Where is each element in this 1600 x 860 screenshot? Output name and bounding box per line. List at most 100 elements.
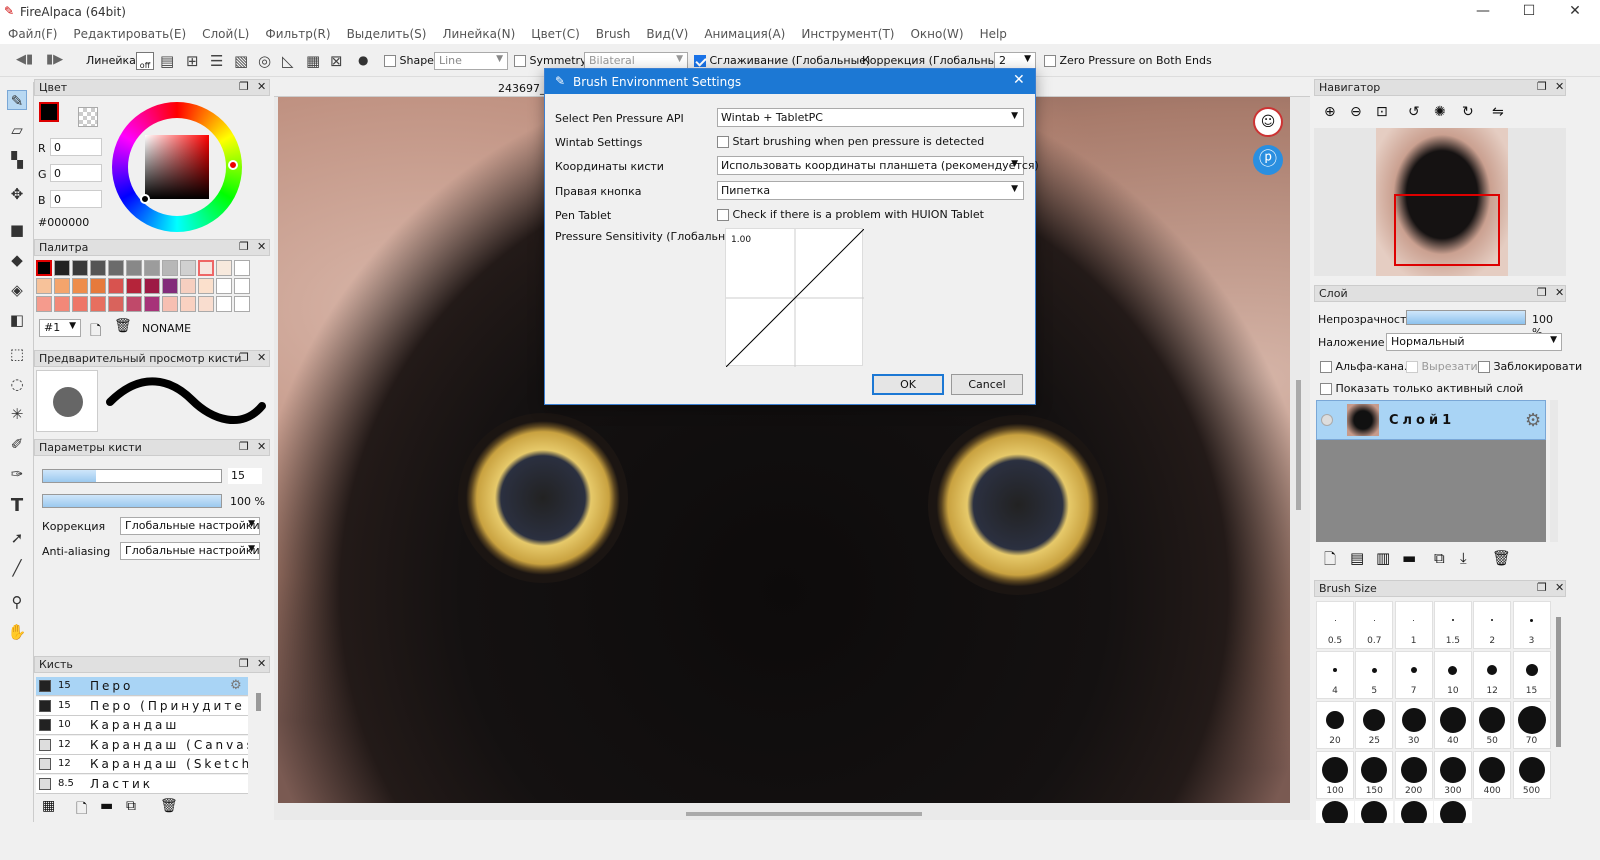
palette-swatch[interactable] bbox=[126, 260, 142, 276]
brush-settings-gear-icon[interactable]: ⚙ bbox=[230, 678, 242, 693]
menu-item[interactable]: Инструмент(T) bbox=[801, 27, 894, 41]
menu-item[interactable]: Окно(W) bbox=[910, 27, 963, 41]
float-icon[interactable]: ❐ bbox=[239, 657, 249, 670]
brush-size-cell[interactable]: 5 bbox=[1355, 651, 1394, 699]
folder-icon[interactable]: ▬ bbox=[100, 798, 113, 814]
select-pen-tool-icon[interactable]: ✐ bbox=[7, 434, 27, 454]
color-wheel[interactable] bbox=[112, 102, 242, 232]
brush-size-cell[interactable]: 50 bbox=[1473, 701, 1512, 749]
brush-size-cell[interactable] bbox=[1394, 801, 1433, 823]
palette-swatch[interactable] bbox=[144, 260, 160, 276]
palette-swatch[interactable] bbox=[198, 296, 214, 312]
palette-number-select[interactable]: #1 ▼ bbox=[39, 319, 81, 337]
huion-checkbox[interactable] bbox=[717, 209, 729, 221]
palette-swatch[interactable] bbox=[180, 296, 196, 312]
magic-wand-tool-icon[interactable]: ✳ bbox=[7, 404, 27, 424]
delete-palette-icon[interactable]: 🗑 bbox=[114, 318, 132, 334]
palette-swatch[interactable] bbox=[90, 296, 106, 312]
brush-size-cell[interactable]: 150 bbox=[1355, 751, 1394, 799]
palette-swatch[interactable] bbox=[36, 260, 52, 276]
brush-size-cell[interactable]: 200 bbox=[1394, 751, 1433, 799]
gradient-tool-icon[interactable]: ◧ bbox=[7, 310, 27, 330]
color-handle[interactable] bbox=[140, 194, 150, 204]
brush-list-item[interactable]: 12 Карандаш (Canvas) bbox=[36, 735, 248, 755]
duplicate-brush-icon[interactable]: ⧉ bbox=[126, 798, 136, 814]
brush-size-cell[interactable]: 0.5 bbox=[1316, 601, 1354, 649]
alpha-lock-checkbox[interactable] bbox=[1320, 361, 1332, 373]
palette-swatch[interactable] bbox=[72, 296, 88, 312]
redo-arrow-icon[interactable]: ▮▶ bbox=[46, 52, 63, 67]
palette-swatch[interactable] bbox=[144, 278, 160, 294]
eraser-tool-icon[interactable]: ▱ bbox=[7, 120, 27, 140]
delete-layer-icon[interactable]: 🗑 bbox=[1492, 549, 1511, 567]
layer-settings-icon[interactable]: ⚙ bbox=[1525, 410, 1541, 431]
menu-item[interactable]: Линейка(N) bbox=[442, 27, 515, 41]
zoom-in-icon[interactable]: ⊕ bbox=[1324, 104, 1336, 120]
r-input[interactable]: 0 bbox=[50, 138, 102, 156]
show-active-only-checkbox[interactable] bbox=[1320, 383, 1332, 395]
palette-swatch[interactable] bbox=[108, 260, 124, 276]
brush-size-scrollbar[interactable] bbox=[1556, 617, 1561, 747]
duplicate-layer-icon[interactable]: ⧉ bbox=[1434, 549, 1445, 567]
brush-size-cell[interactable]: 1 bbox=[1394, 601, 1433, 649]
palette-swatch[interactable] bbox=[90, 260, 106, 276]
palette-swatch[interactable] bbox=[126, 296, 142, 312]
menu-item[interactable]: Brush bbox=[596, 27, 631, 41]
brush-list-item[interactable]: 15 Перо (Принудите bbox=[36, 696, 248, 716]
palette-swatch[interactable] bbox=[216, 260, 232, 276]
palette-swatch[interactable] bbox=[126, 278, 142, 294]
palette-swatch[interactable] bbox=[90, 278, 106, 294]
menu-item[interactable]: Цвет(C) bbox=[531, 27, 580, 41]
palette-swatch[interactable] bbox=[216, 296, 232, 312]
brush-size-value[interactable]: 15 bbox=[228, 468, 262, 484]
zoom-fit-icon[interactable]: ⊡ bbox=[1376, 104, 1388, 120]
layer-list-scrollbar[interactable] bbox=[1550, 400, 1558, 542]
lock-layer-checkbox[interactable] bbox=[1478, 361, 1490, 373]
menu-item[interactable]: Анимация(A) bbox=[704, 27, 785, 41]
menu-item[interactable]: Выделить(S) bbox=[347, 27, 427, 41]
menu-item[interactable]: Вид(V) bbox=[646, 27, 688, 41]
brush-list-scrollbar[interactable] bbox=[256, 693, 261, 711]
cross-ruler-icon[interactable]: ⊞ bbox=[186, 52, 199, 70]
brush-size-cell[interactable]: 40 bbox=[1433, 701, 1472, 749]
brush-size-cell[interactable]: 400 bbox=[1473, 751, 1512, 799]
ok-button[interactable]: OK bbox=[872, 374, 944, 395]
brush-size-cell[interactable]: 25 bbox=[1355, 701, 1394, 749]
palette-swatch[interactable] bbox=[54, 278, 70, 294]
palette-swatch[interactable] bbox=[216, 278, 232, 294]
perspective-ruler-icon[interactable]: ▧ bbox=[234, 52, 248, 70]
float-icon[interactable]: ❐ bbox=[239, 351, 249, 364]
canvas-horizontal-scrollbar[interactable] bbox=[686, 812, 922, 816]
transparent-color-swatch[interactable] bbox=[78, 107, 98, 127]
close-icon[interactable]: ✕ bbox=[257, 657, 266, 670]
brush-size-slider[interactable] bbox=[42, 469, 222, 483]
brush-size-cell[interactable]: 20 bbox=[1316, 701, 1354, 749]
brush-list-item[interactable]: 15 Перо ⚙ bbox=[36, 677, 248, 696]
palette-swatch[interactable] bbox=[198, 260, 214, 276]
anti-aliasing-select[interactable]: Глобальные настройки ▼ bbox=[120, 542, 260, 560]
brush-list-item[interactable]: 8.5 Ластик bbox=[36, 774, 248, 794]
hand-tool-icon[interactable]: ✋ bbox=[7, 622, 27, 642]
navigator-preview[interactable] bbox=[1314, 128, 1566, 276]
close-icon[interactable]: ✕ bbox=[257, 240, 266, 253]
b-input[interactable]: 0 bbox=[50, 190, 102, 208]
brush-size-cell[interactable]: 12 bbox=[1473, 651, 1512, 699]
new-1bit-layer-icon[interactable]: ▥ bbox=[1376, 549, 1390, 567]
float-icon[interactable]: ❐ bbox=[239, 80, 249, 93]
clipping-checkbox[interactable] bbox=[1406, 361, 1418, 373]
float-icon[interactable]: ❐ bbox=[1537, 286, 1547, 299]
flip-horizontal-icon[interactable]: ⇋ bbox=[1492, 104, 1504, 120]
close-icon[interactable]: ✕ bbox=[257, 80, 266, 93]
divide-tool-icon[interactable]: ╱ bbox=[7, 558, 27, 578]
dot-icon[interactable]: ● bbox=[358, 53, 368, 67]
brush-coords-select[interactable]: Использовать координаты планшета (рекоме… bbox=[717, 156, 1039, 175]
new-8bit-layer-icon[interactable]: ▤ bbox=[1350, 549, 1364, 567]
close-icon[interactable]: ✕ bbox=[1555, 80, 1564, 93]
palette-swatch[interactable] bbox=[72, 260, 88, 276]
brush-size-cell[interactable]: 30 bbox=[1394, 701, 1433, 749]
brush-size-cell[interactable]: 300 bbox=[1433, 751, 1472, 799]
layer-row[interactable]: Слой1 ⚙ bbox=[1316, 400, 1546, 440]
canvas-vertical-scrollbar[interactable] bbox=[1296, 380, 1301, 510]
brush-size-cell[interactable] bbox=[1316, 801, 1354, 823]
float-icon[interactable]: ❐ bbox=[1537, 581, 1547, 594]
